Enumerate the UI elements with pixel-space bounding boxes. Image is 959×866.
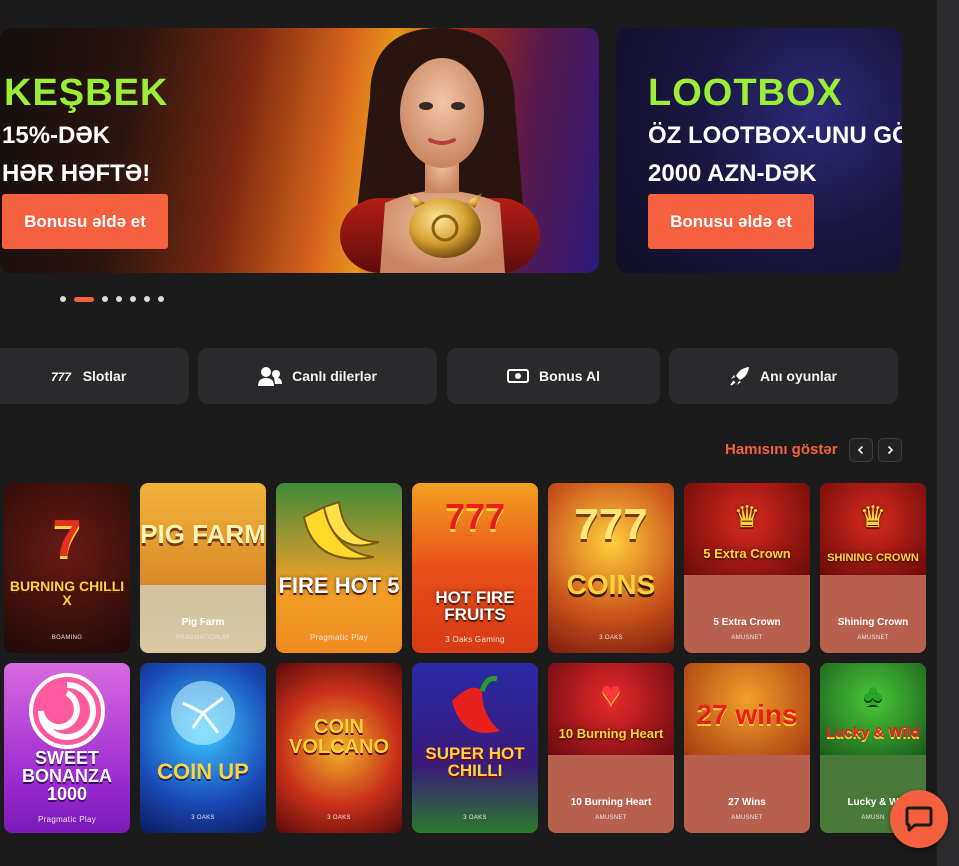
game-title: PIG FARM (140, 519, 266, 549)
category-tab-live-dealers[interactable]: Canlı dilerlər (198, 348, 437, 404)
game-tile[interactable]: ♛ SHINING CROWN Shining Crown AMUSNET (820, 483, 926, 653)
game-name: 3 Oaks Gaming (445, 635, 505, 644)
game-title: SWEET BONANZA 1000 (22, 748, 112, 804)
game-name: Pragmatic Play (310, 633, 368, 642)
chat-bubble-icon (905, 806, 933, 832)
carousel-pagination (60, 296, 164, 302)
category-label: Anı oyunlar (759, 368, 837, 384)
banner-subtitle: 2000 AZN-DƏK (648, 160, 817, 187)
game-tile[interactable]: 27 wins 27 Wins AMUSNET (684, 663, 810, 833)
game-title: SHINING CROWN (827, 552, 919, 564)
game-provider: 3 OAKS (463, 815, 487, 821)
chevron-left-icon (857, 445, 864, 455)
game-tile[interactable]: ♛ 5 Extra Crown 5 Extra Crown AMUSNET (684, 483, 810, 653)
game-provider: PRAGMATICPLAY (175, 635, 231, 641)
game-title: COIN UP (157, 759, 249, 784)
svg-text:777: 777 (51, 370, 72, 383)
game-title: SUPER HOT CHILLI (425, 744, 525, 780)
game-provider: AMUSNET (731, 815, 763, 821)
banner-title: LOOTBOX (648, 72, 843, 114)
game-title: 5 Extra Crown (703, 546, 791, 561)
carousel-dot[interactable] (158, 296, 164, 302)
777-icon: 777 (51, 370, 72, 383)
get-bonus-button[interactable]: Bonusu əldə et (648, 194, 814, 249)
game-provider: AMUSNET (595, 815, 627, 821)
game-name: 5 Extra Crown (713, 617, 781, 628)
game-provider: 3 OAKS (191, 815, 215, 821)
game-title: HOT FIRE FRUITS (435, 588, 515, 624)
carousel-dot[interactable] (144, 296, 150, 302)
category-tab-instant-games[interactable]: Anı oyunlar (669, 348, 898, 404)
support-chat-button[interactable] (890, 790, 948, 848)
next-button[interactable] (878, 438, 902, 462)
game-tile[interactable]: COIN UP 3 OAKS (140, 663, 266, 833)
banner-title: KEŞBEK (4, 72, 169, 114)
carousel-dot[interactable] (60, 296, 66, 302)
game-tile[interactable]: 777 HOT FIRE FRUITS 3 Oaks Gaming (412, 483, 538, 653)
game-provider: 3 OAKS (327, 815, 351, 821)
game-tile[interactable]: COIN VOLCANO 3 OAKS (276, 663, 402, 833)
game-provider: AMUSNET (731, 635, 763, 641)
game-title: BURNING CHILLI X (9, 578, 125, 608)
game-tile[interactable]: FIRE HOT 5 Pragmatic Play (276, 483, 402, 653)
promo-banner-lootbox[interactable]: LOOTBOX ÖZ LOOTBOX-UNU GÖ 2000 AZN-DƏK B… (616, 28, 902, 273)
chilli-icon (452, 676, 500, 733)
game-tile[interactable]: 7 BURNING CHILLI X BGAMING (4, 483, 130, 653)
game-title: 777 (574, 500, 648, 549)
game-name: Pragmatic Play (38, 815, 96, 824)
money-icon (507, 369, 530, 383)
rocket-icon (730, 367, 749, 386)
heart-icon: ♥ (600, 675, 622, 713)
game-name: Pig Farm (181, 617, 225, 628)
users-icon (258, 367, 283, 386)
game-tile[interactable]: SUPER HOT CHILLI 3 OAKS (412, 663, 538, 833)
promo-banner-cashback[interactable]: KEŞBEK 15%-DƏK HƏR HƏFTƏ! Bonusu əldə et (0, 28, 599, 273)
show-all-link[interactable]: Hamısını göstər (725, 441, 838, 458)
banana-icon (302, 500, 380, 560)
banner-subtitle: HƏR HƏFTƏ! (2, 160, 151, 187)
carousel-dot-active[interactable] (74, 296, 94, 302)
banner-subtitle: 15%-DƏK (2, 122, 111, 149)
category-label: Canlı dilerlər (292, 368, 377, 384)
game-name: 10 Burning Heart (570, 797, 652, 808)
game-provider: 3 OAKS (599, 635, 623, 641)
game-title: 27 wins (696, 699, 798, 730)
get-bonus-button[interactable]: Bonusu əldə et (2, 194, 168, 249)
category-label: Slotlar (82, 368, 127, 384)
crown-icon: ♛ (859, 501, 887, 534)
game-name: 27 Wins (728, 797, 766, 808)
game-title: FIRE HOT 5 (278, 573, 400, 598)
category-label: Bonus Al (539, 368, 600, 384)
page-scroll-edge (937, 0, 959, 866)
game-title: Lucky & Wild (825, 724, 921, 741)
category-tab-slots[interactable]: 777 Slotlar (0, 348, 189, 404)
game-name: Shining Crown (837, 617, 909, 628)
game-title: 7 (52, 510, 82, 568)
game-tile[interactable]: 777 COINS 3 OAKS (548, 483, 674, 653)
carousel-dot[interactable] (102, 296, 108, 302)
game-title: 777 (444, 496, 506, 537)
candy-icon (29, 673, 105, 749)
carousel-dot[interactable] (130, 296, 136, 302)
game-tile[interactable]: ♥ 10 Burning Heart 10 Burning Heart AMUS… (548, 663, 674, 833)
clover-icon: ♣ (863, 679, 883, 712)
game-title: COINS (566, 569, 656, 600)
game-tile[interactable]: SWEET BONANZA 1000 Pragmatic Play (4, 663, 130, 833)
crown-icon: ♛ (733, 501, 761, 534)
prev-button[interactable] (849, 438, 873, 462)
chevron-right-icon (887, 445, 894, 455)
game-title: COIN VOLCANO (289, 716, 389, 758)
hero-illustration (340, 28, 540, 273)
game-tile[interactable]: PIG FARM Pig Farm PRAGMATICPLAY (140, 483, 266, 653)
category-tab-bonus-buy[interactable]: Bonus Al (447, 348, 660, 404)
carousel-dot[interactable] (116, 296, 122, 302)
game-provider: BGAMING (51, 635, 83, 641)
game-title: 10 Burning Heart (558, 726, 664, 741)
game-provider: AMUSNET (857, 635, 889, 641)
lightning-ball-icon (171, 681, 235, 745)
banner-subtitle: ÖZ LOOTBOX-UNU GÖ (648, 122, 902, 149)
